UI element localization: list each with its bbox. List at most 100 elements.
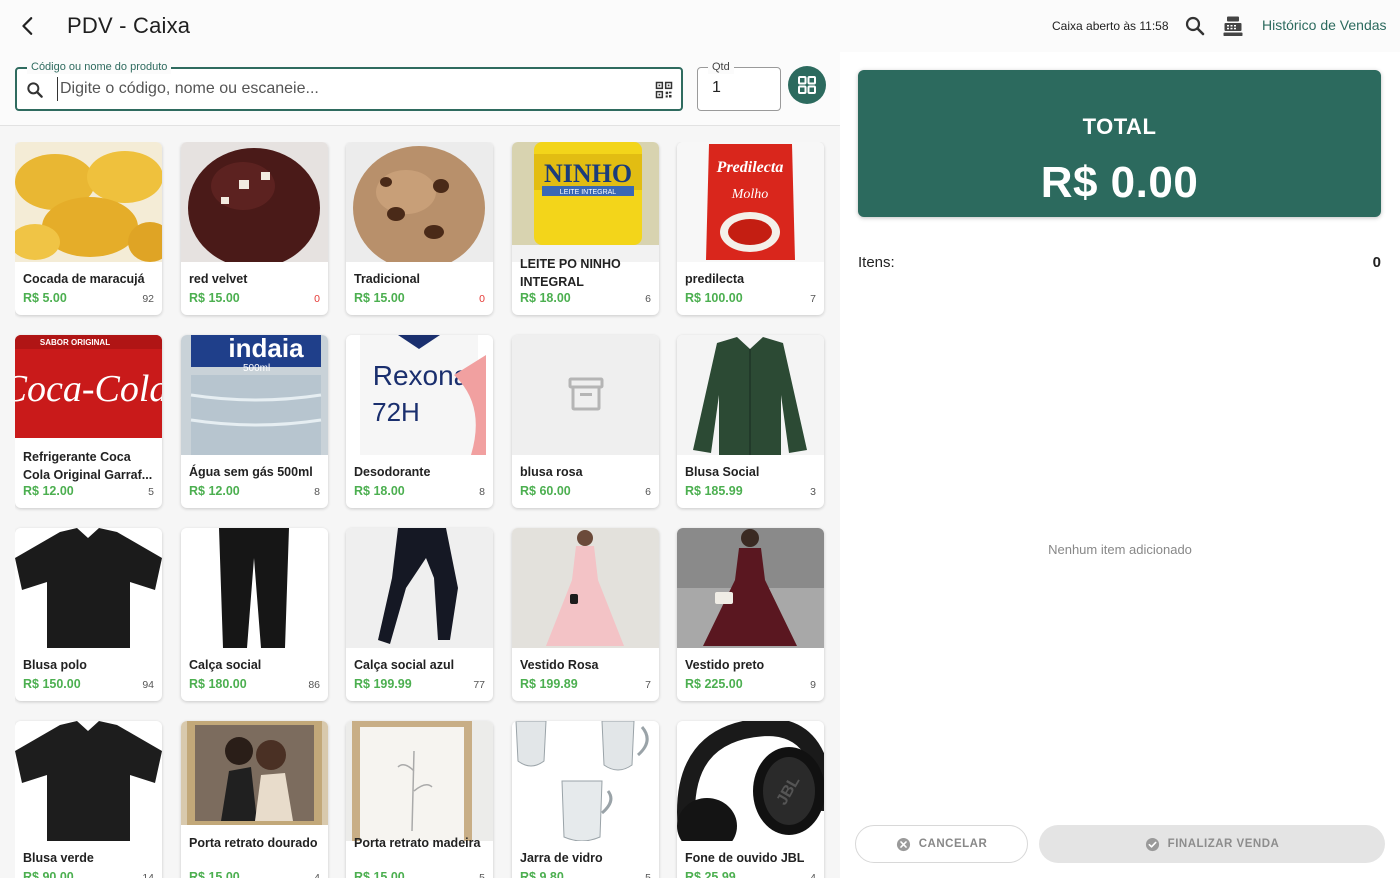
- product-price: R$ 180.00: [189, 677, 247, 691]
- product-stock: 9: [810, 679, 816, 691]
- product-name: Vestido preto: [685, 658, 765, 672]
- black-shirt-photo: [15, 721, 162, 841]
- black-pants-photo: [181, 528, 328, 648]
- products-pane: Código ou nome do produto Qtd: [0, 52, 840, 878]
- product-stock: 8: [479, 486, 485, 498]
- ninho-can-photo: NINHO LEITE INTEGRAL: [512, 142, 659, 262]
- check-circle-icon: [1145, 837, 1159, 851]
- product-card[interactable]: Blusa Social R$ 185.99 3: [677, 335, 824, 508]
- product-stock: 6: [645, 486, 651, 498]
- product-card[interactable]: red velvet R$ 15.00 0: [181, 142, 328, 315]
- product-price: R$ 199.89: [520, 677, 578, 691]
- search-field-label: Código ou nome do produto: [27, 60, 172, 74]
- chocolate-chip-cookie-photo: [346, 142, 493, 262]
- product-card[interactable]: Calça social R$ 180.00 86: [181, 528, 328, 701]
- product-name: Blusa verde: [23, 851, 94, 865]
- product-name: Refrigerante Coca Cola Original Garraf..…: [23, 450, 153, 482]
- product-name: Tradicional: [354, 272, 420, 286]
- product-price: R$ 150.00: [23, 677, 81, 691]
- product-stock: 4: [314, 872, 320, 878]
- burgundy-dress-photo: [677, 528, 824, 648]
- product-price: R$ 18.00: [520, 291, 571, 305]
- cash-register-icon: [1223, 16, 1243, 36]
- back-button[interactable]: [14, 12, 42, 40]
- green-shirt-photo: [677, 335, 824, 455]
- svg-text:72H: 72H: [372, 397, 420, 427]
- svg-text:Molho: Molho: [731, 187, 769, 202]
- product-card[interactable]: Vestido Rosa R$ 199.89 7: [512, 528, 659, 701]
- product-name: Vestido Rosa: [520, 658, 599, 672]
- svg-text:500ml: 500ml: [243, 363, 270, 374]
- cash-register-button[interactable]: [1221, 14, 1245, 38]
- product-card[interactable]: Blusa verde R$ 90.00 14: [15, 721, 162, 878]
- product-name: Fone de ouvido JBL: [685, 851, 805, 865]
- product-price: R$ 60.00: [520, 484, 571, 498]
- total-label: TOTAL: [1082, 114, 1157, 139]
- black-polo-photo: [15, 528, 162, 648]
- product-stock: 77: [473, 679, 485, 691]
- rexona-deodorant-photo: Rexona 72H: [346, 335, 493, 455]
- product-stock: 94: [142, 679, 154, 691]
- product-name: Cocada de maracujá: [23, 272, 145, 286]
- pdv-app: PDV - Caixa Caixa aberto às 11:58 Histór…: [0, 0, 1400, 878]
- product-card[interactable]: Tradicional R$ 15.00 0: [346, 142, 493, 315]
- product-card[interactable]: NINHO LEITE INTEGRAL LEITE PO NINHO INTEGR…: [512, 142, 659, 315]
- search-icon: [1185, 16, 1205, 36]
- product-stock: 5: [148, 486, 154, 498]
- cocada-photo: [15, 142, 162, 262]
- cancel-sale-button[interactable]: CANCELAR: [855, 825, 1028, 863]
- product-card[interactable]: Predilecta Molho predilecta R$ 100.00 7: [677, 142, 824, 315]
- product-search-input[interactable]: [57, 77, 637, 101]
- product-card[interactable]: Porta retrato madeira R$ 15.00 5: [346, 721, 493, 878]
- product-name: Blusa polo: [23, 658, 87, 672]
- product-stock: 0: [314, 293, 320, 305]
- quantity-field[interactable]: Qtd: [697, 60, 781, 111]
- product-price: R$ 100.00: [685, 291, 743, 305]
- product-card[interactable]: Jarra de vidro R$ 9.80 5: [512, 721, 659, 878]
- finish-sale-label: FINALIZAR VENDA: [1167, 838, 1280, 850]
- product-name: LEITE PO NINHO INTEGRAL: [520, 257, 621, 289]
- product-card[interactable]: SABOR ORIGINAL Coca-Cola Refrigerante Coca…: [15, 335, 162, 508]
- product-price: R$ 15.00: [354, 291, 405, 305]
- product-card[interactable]: Cocada de maracujá R$ 5.00 92: [15, 142, 162, 315]
- product-stock: 3: [810, 486, 816, 498]
- product-card[interactable]: Calça social azul R$ 199.99 77: [346, 528, 493, 701]
- product-stock: 92: [142, 293, 154, 305]
- grid-view-button[interactable]: [788, 66, 826, 104]
- product-card[interactable]: Porta retrato dourado R$ 15.00 4: [181, 721, 328, 878]
- product-card[interactable]: blusa rosa R$ 60.00 6: [512, 335, 659, 508]
- qr-scan-icon[interactable]: [654, 80, 674, 100]
- red-velvet-cookie-photo: [181, 142, 328, 262]
- quantity-input[interactable]: [712, 79, 772, 97]
- product-card[interactable]: Rexona 72H Desodorante R$ 18.00 8: [346, 335, 493, 508]
- product-stock: 14: [142, 872, 154, 878]
- svg-text:indaia: indaia: [228, 335, 304, 363]
- product-stock: 4: [810, 872, 816, 878]
- quantity-label: Qtd: [708, 60, 734, 74]
- product-card[interactable]: indaia 500ml Água sem gás 500ml R$ 12.00 8: [181, 335, 328, 508]
- svg-text:LEITE INTEGRAL: LEITE INTEGRAL: [560, 189, 617, 196]
- page-title: PDV - Caixa: [67, 13, 191, 38]
- total-panel: TOTAL R$ 0.00: [858, 70, 1381, 217]
- svg-text:NINHO: NINHO: [544, 159, 632, 188]
- product-stock: 8: [314, 486, 320, 498]
- product-price: R$ 12.00: [189, 484, 240, 498]
- product-price: R$ 5.00: [23, 291, 67, 305]
- indaia-water-photo: indaia 500ml: [181, 335, 328, 455]
- product-name: Calça social: [189, 658, 262, 672]
- search-button[interactable]: [1183, 14, 1207, 38]
- finish-sale-button[interactable]: FINALIZAR VENDA: [1039, 825, 1385, 863]
- product-card[interactable]: Vestido preto R$ 225.00 9: [677, 528, 824, 701]
- product-search-field[interactable]: Código ou nome do produto: [15, 60, 683, 111]
- product-card[interactable]: Blusa polo R$ 150.00 94: [15, 528, 162, 701]
- pink-dress-photo: [512, 528, 659, 648]
- product-stock: 0: [479, 293, 485, 305]
- product-name: red velvet: [189, 272, 248, 286]
- product-price: R$ 185.99: [685, 484, 743, 498]
- product-card[interactable]: JBL Fone de ouvido JBL R$ 25.99 4: [677, 721, 824, 878]
- product-stock: 86: [308, 679, 320, 691]
- sales-history-link[interactable]: Histórico de Vendas: [1262, 17, 1387, 33]
- svg-text:SABOR ORIGINAL: SABOR ORIGINAL: [40, 338, 110, 347]
- product-name: Jarra de vidro: [520, 851, 603, 865]
- product-price: R$ 225.00: [685, 677, 743, 691]
